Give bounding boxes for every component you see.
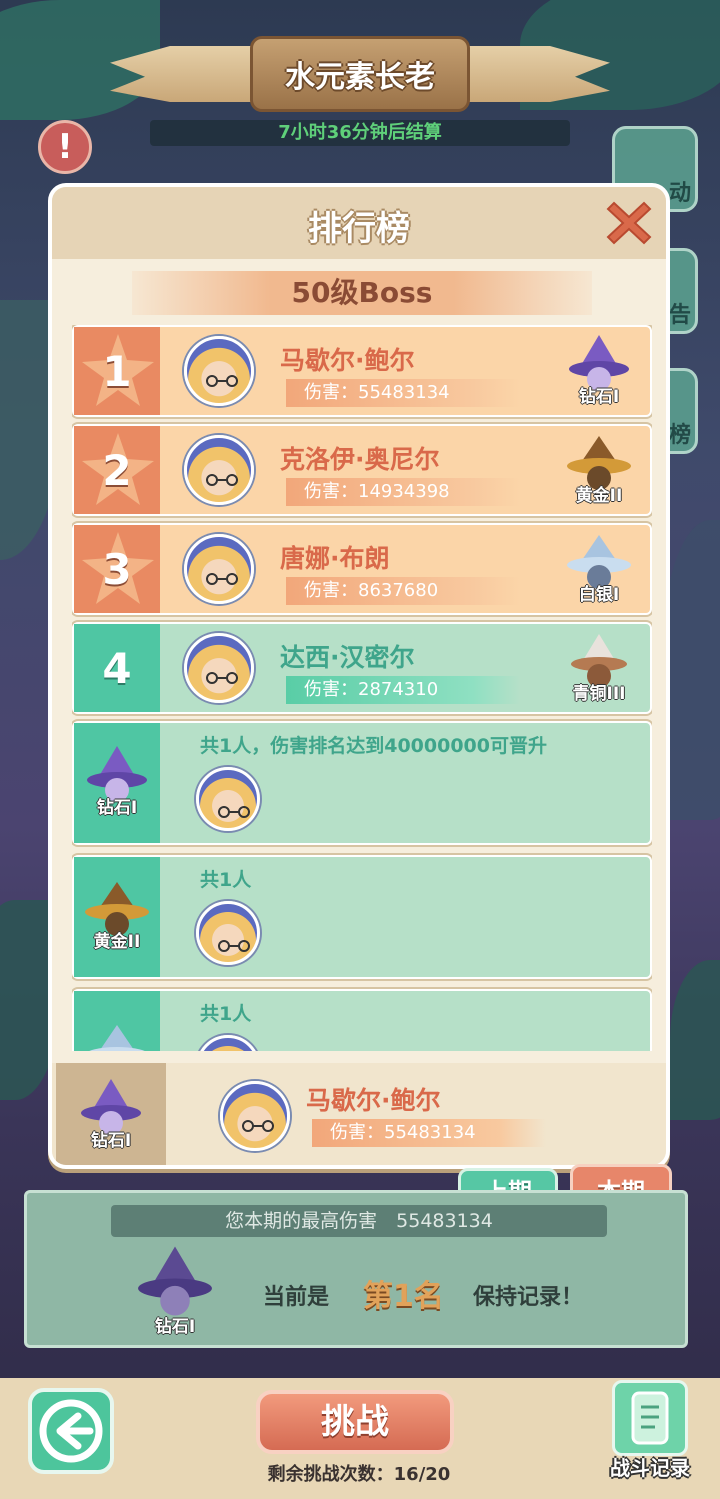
best-damage: 您本期的最高伤害 55483134 <box>111 1205 607 1237</box>
remaining-attempts: 剩余挑战次数：16/20 <box>267 1464 451 1485</box>
glasses-icon <box>206 375 238 387</box>
glasses-icon <box>206 573 238 585</box>
tier-badge-diamond: 钻石I <box>72 1077 150 1155</box>
rank-number: 3 <box>102 544 132 594</box>
tier-badge-silver: 白银I <box>560 531 638 609</box>
player-name: 马歇尔·鲍尔 <box>306 1086 441 1115</box>
player-avatar[interactable] <box>196 1035 260 1051</box>
tier-badge-gold: 黄金II <box>560 432 638 510</box>
tier-badge-bronze: 青铜III <box>560 630 638 708</box>
glasses-icon <box>218 940 250 952</box>
tier-group-row[interactable]: 黄金II 共1人 <box>72 855 652 979</box>
rank-row-3[interactable]: 3 唐娜·布朗 伤害：8637680 白银I <box>72 523 652 615</box>
silver-wizard-icon <box>89 1025 145 1051</box>
rank-number: 4 <box>102 643 132 693</box>
damage-value: 伤害：55483134 <box>312 1119 546 1147</box>
player-avatar[interactable] <box>196 901 260 965</box>
tier-cell: 黄金II <box>74 857 160 977</box>
current-prefix: 当前是 <box>263 1285 330 1310</box>
rank-row-4[interactable]: 4 达西·汉密尔 伤害：2874310 青铜III <box>72 622 652 714</box>
tier-label: 钻石I <box>154 1317 196 1337</box>
rank-cell: 2 <box>74 426 160 514</box>
glasses-icon <box>218 806 250 818</box>
boss-title: 水元素长老 <box>285 60 435 95</box>
title-banner: 水元素长老 <box>110 28 610 116</box>
player-avatar[interactable] <box>184 336 254 406</box>
tier-badge-diamond: 钻石I <box>560 333 638 411</box>
tier-label: 钻石I <box>96 798 138 818</box>
current-rank: 第1名 <box>363 1279 444 1314</box>
tier-label: 黄金II <box>93 932 141 952</box>
rank-cell: 4 <box>74 624 160 712</box>
leaderboard-dialog: 排行榜 50级Boss 1 马歇尔·鲍尔 伤害：55483134 钻石I 2 克… <box>48 183 670 1169</box>
player-avatar[interactable] <box>184 435 254 505</box>
tier-label: 钻石I <box>90 1131 132 1151</box>
glasses-icon <box>206 672 238 684</box>
tier-note: 共1人 <box>200 1003 252 1025</box>
player-name: 唐娜·布朗 <box>280 544 390 573</box>
rank-number: 1 <box>102 346 132 396</box>
player-avatar[interactable] <box>184 633 254 703</box>
tier-note: 共1人 <box>200 869 252 891</box>
tier-badge-gold: 黄金II <box>78 878 156 956</box>
settlement-timer: 7小时36分钟后结算 <box>150 120 570 146</box>
player-avatar[interactable] <box>220 1081 290 1151</box>
keep-record-text: 保持记录！ <box>473 1285 584 1310</box>
rank-number: 2 <box>102 445 132 495</box>
side-button-label: 榜 <box>668 423 691 448</box>
my-rank-row: 钻石I 马歇尔·鲍尔 伤害：55483134 <box>52 1063 666 1165</box>
tier-cell <box>74 991 160 1051</box>
player-avatar[interactable] <box>196 767 260 831</box>
tier-group-row[interactable]: 共1人 <box>72 989 652 1051</box>
ranking-list[interactable]: 1 马歇尔·鲍尔 伤害：55483134 钻石I 2 克洛伊·奥尼尔 伤害：14… <box>72 325 652 1051</box>
damage-value: 伤害：2874310 <box>286 676 520 704</box>
back-button[interactable] <box>28 1388 114 1474</box>
back-arrow-icon <box>39 1399 103 1463</box>
tier-cell: 钻石I <box>56 1063 166 1165</box>
tier-badge-diamond: 钻石I <box>78 744 156 822</box>
tier-label: 白银I <box>578 585 620 605</box>
tier-badge-diamond: 钻石I <box>127 1241 223 1341</box>
glasses-icon <box>206 474 238 486</box>
player-name: 马歇尔·鲍尔 <box>280 346 415 375</box>
tier-label: 钻石I <box>578 387 620 407</box>
tier-note: 共1人，伤害排名达到40000000可晋升 <box>200 735 547 757</box>
player-avatar[interactable] <box>184 534 254 604</box>
damage-value: 伤害：14934398 <box>286 478 520 506</box>
tier-cell: 钻石I <box>74 723 160 843</box>
footer-bar: 挑战 剩余挑战次数：16/20 战斗记录 <box>0 1378 720 1499</box>
player-name: 达西·汉密尔 <box>280 643 415 672</box>
tier-label: 黄金II <box>575 486 623 506</box>
damage-value: 伤害：55483134 <box>286 379 520 407</box>
battle-record-button[interactable]: 战斗记录 <box>602 1380 698 1490</box>
alert-icon[interactable]: ! <box>38 120 92 174</box>
side-button-label: 动 <box>668 181 691 206</box>
dialog-title: 排行榜 <box>308 209 410 249</box>
boss-level-label: 50级Boss <box>132 271 592 315</box>
damage-value: 伤害：8637680 <box>286 577 520 605</box>
tier-label: 青铜III <box>572 684 626 704</box>
rank-row-1[interactable]: 1 马歇尔·鲍尔 伤害：55483134 钻石I <box>72 325 652 417</box>
tier-group-row[interactable]: 钻石I 共1人，伤害排名达到40000000可晋升 <box>72 721 652 845</box>
challenge-button[interactable]: 挑战 <box>256 1390 454 1454</box>
glasses-icon <box>242 1120 274 1132</box>
rank-row-2[interactable]: 2 克洛伊·奥尼尔 伤害：14934398 黄金II <box>72 424 652 516</box>
rank-cell: 3 <box>74 525 160 613</box>
close-icon[interactable] <box>604 197 654 247</box>
summary-panel: 您本期的最高伤害 55483134 钻石I 当前是 第1名 保持记录！ <box>24 1190 688 1348</box>
rank-cell: 1 <box>74 327 160 415</box>
diamond-wizard-icon <box>138 1246 212 1316</box>
battle-record-label: 战斗记录 <box>610 1456 690 1480</box>
player-name: 克洛伊·奥尼尔 <box>280 445 440 474</box>
scroll-icon <box>612 1380 688 1456</box>
